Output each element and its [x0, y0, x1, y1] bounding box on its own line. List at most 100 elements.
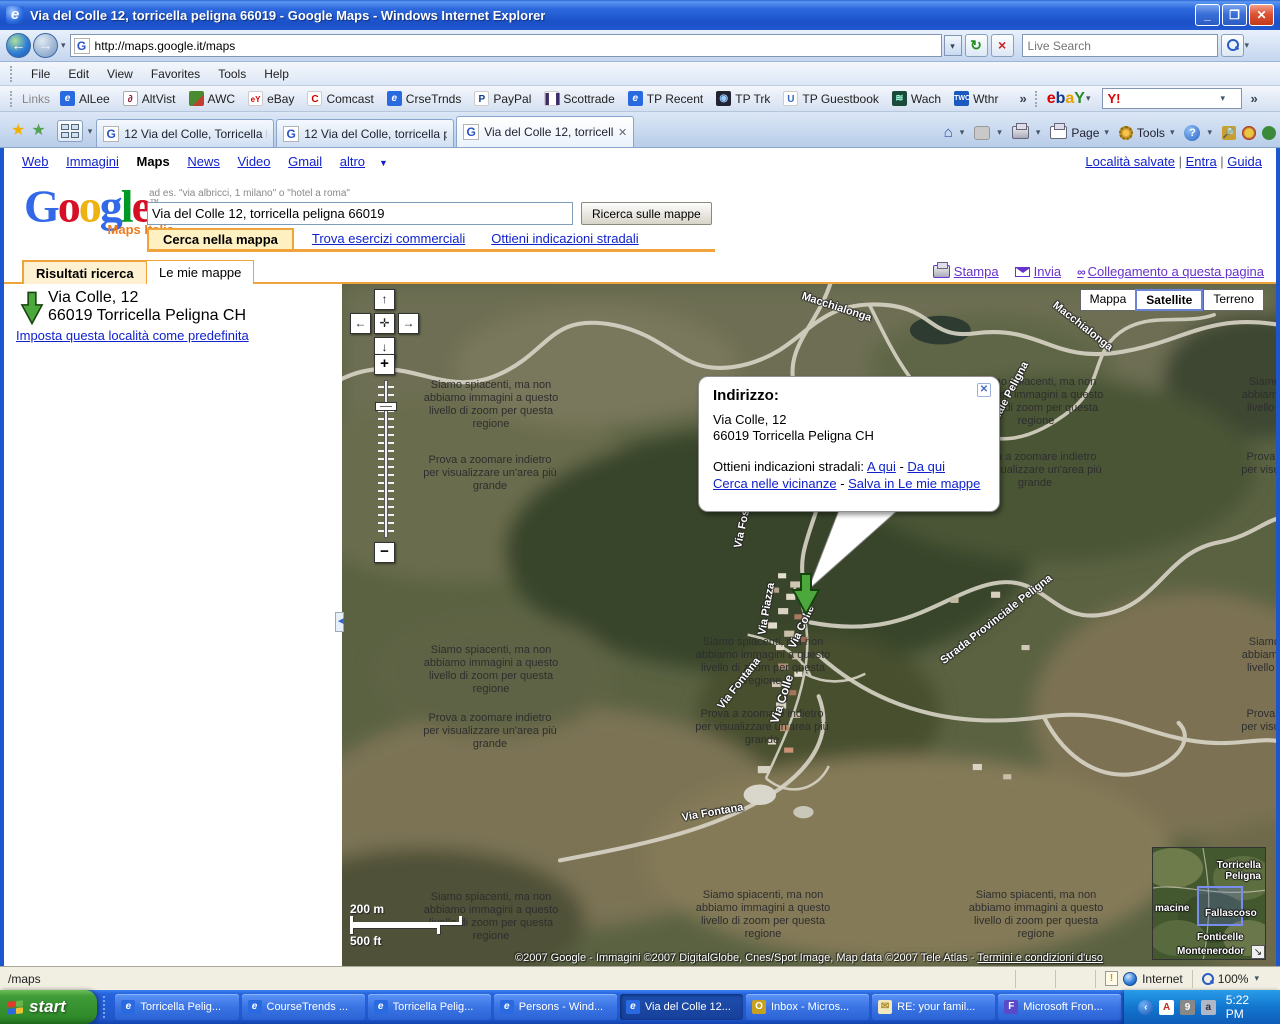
- link-comcast[interactable]: CComcast: [307, 91, 373, 106]
- tab-cerca-nella-mappa[interactable]: Cerca nella mappa: [147, 228, 294, 249]
- tab-close-icon[interactable]: ✕: [618, 126, 627, 139]
- tab-list-dropdown-icon[interactable]: ▾: [88, 126, 93, 137]
- zoom-pane[interactable]: 100% ▾: [1192, 970, 1272, 988]
- tab-trova-esercizi[interactable]: Trova esercizi commerciali: [312, 231, 465, 249]
- link-crsetrnds[interactable]: eCrseTrnds: [387, 91, 462, 106]
- link-wach[interactable]: ≋Wach: [892, 91, 941, 106]
- link-ebay[interactable]: eYeBay: [248, 91, 294, 106]
- link-allee[interactable]: eAlLee: [60, 91, 110, 106]
- tray-icon-a[interactable]: A: [1159, 1000, 1174, 1015]
- print-icon[interactable]: [1012, 126, 1029, 139]
- from-here-link[interactable]: Da qui: [907, 459, 945, 474]
- zoom-in-button[interactable]: +: [374, 354, 395, 375]
- toolbar-overflow-chevron[interactable]: »: [1250, 91, 1257, 106]
- menu-view[interactable]: View: [98, 64, 142, 84]
- browser-tab-3-active[interactable]: G Via del Colle 12, torricella ... ✕: [456, 116, 634, 147]
- pan-up-button[interactable]: ↑: [374, 289, 395, 310]
- maps-search-input[interactable]: [147, 202, 573, 225]
- help-dropdown-icon[interactable]: ▾: [1207, 127, 1212, 138]
- tab-le-mie-mappe[interactable]: Le mie mappe: [146, 260, 254, 284]
- link-wthr[interactable]: TWCWthr: [954, 91, 998, 106]
- sidebar-collapse-arrow[interactable]: ◄: [335, 612, 344, 632]
- zoom-dropdown-icon[interactable]: ▾: [1254, 973, 1259, 984]
- taskbar-window-5-active[interactable]: eVia del Colle 12...: [620, 994, 743, 1020]
- map-type-satellite[interactable]: Satellite: [1135, 289, 1203, 311]
- terms-link[interactable]: Termini e condizioni d'uso: [977, 952, 1103, 964]
- search-nearby-link[interactable]: Cerca nelle vicinanze: [713, 476, 837, 491]
- link-scottrade[interactable]: ▌▐Scottrade: [544, 91, 614, 106]
- tray-icon-c[interactable]: a: [1201, 1000, 1216, 1015]
- link-awc[interactable]: AWC: [189, 91, 236, 106]
- ebay-toolbar-logo[interactable]: ebaY: [1047, 90, 1085, 108]
- nav-news[interactable]: News: [187, 154, 220, 169]
- taskbar-window-2[interactable]: eCourseTrends ...: [242, 994, 365, 1020]
- send-link[interactable]: Invia: [1015, 264, 1061, 279]
- saved-locations-link[interactable]: Località salvate: [1085, 154, 1175, 169]
- ebay-dropdown-icon[interactable]: ▾: [1086, 93, 1091, 104]
- set-default-location-link[interactable]: Imposta questa località come predefinita: [16, 328, 249, 343]
- taskbar-window-4[interactable]: ePersons - Wind...: [494, 994, 617, 1020]
- zoom-slider-handle[interactable]: [375, 402, 397, 411]
- map-marker[interactable]: [788, 572, 824, 616]
- quick-tabs-button[interactable]: [57, 120, 83, 142]
- altro-dropdown-icon[interactable]: ▼: [379, 158, 388, 168]
- zoom-out-button[interactable]: −: [374, 542, 395, 563]
- minimap-resize-icon[interactable]: ↘: [1251, 945, 1265, 959]
- help-link[interactable]: Guida: [1227, 154, 1262, 169]
- tab-risultati-ricerca[interactable]: Risultati ricerca: [22, 260, 148, 284]
- yahoo-dropdown-icon[interactable]: ▾: [1220, 93, 1225, 104]
- norton-icon[interactable]: [1242, 126, 1256, 140]
- nav-altro[interactable]: altro: [340, 154, 365, 169]
- live-search-input[interactable]: [1028, 39, 1212, 53]
- minimize-button[interactable]: _: [1195, 4, 1220, 26]
- taskbar-window-1[interactable]: eTorricella Pelig...: [115, 994, 238, 1020]
- nav-web[interactable]: Web: [22, 154, 49, 169]
- map-type-terreno[interactable]: Terreno: [1203, 289, 1264, 311]
- live-search-box[interactable]: [1022, 34, 1218, 57]
- link-tp-guestbook[interactable]: UTP Guestbook: [783, 91, 879, 106]
- favorites-star-icon[interactable]: ★: [11, 120, 25, 140]
- help-icon[interactable]: ?: [1184, 125, 1200, 141]
- refresh-button[interactable]: ↻: [965, 34, 988, 57]
- to-here-link[interactable]: A qui: [867, 459, 896, 474]
- url-input[interactable]: [95, 39, 938, 53]
- links-overflow-chevron[interactable]: »: [1019, 91, 1026, 106]
- taskbar-window-8[interactable]: FMicrosoft Fron...: [998, 994, 1121, 1020]
- save-to-maps-link[interactable]: Salva in Le mie mappe: [848, 476, 980, 491]
- browser-tab-1[interactable]: G 12 Via del Colle, Torricella Pel...: [96, 119, 274, 147]
- bubble-close-icon[interactable]: ✕: [977, 383, 991, 397]
- stop-button[interactable]: ×: [991, 34, 1014, 57]
- tray-icon-b[interactable]: 9: [1180, 1000, 1195, 1015]
- home-icon[interactable]: ⌂: [944, 124, 953, 141]
- menu-file[interactable]: File: [22, 64, 59, 84]
- print-link[interactable]: Stampa: [933, 264, 999, 279]
- feeds-icon[interactable]: [974, 126, 990, 140]
- tray-collapse-icon[interactable]: ‹: [1138, 1000, 1153, 1015]
- url-dropdown-button[interactable]: ▾: [944, 35, 962, 56]
- link-tp-trk[interactable]: ◉TP Trk: [716, 91, 770, 106]
- menu-help[interactable]: Help: [255, 64, 298, 84]
- tab-indicazioni-stradali[interactable]: Ottieni indicazioni stradali: [491, 231, 638, 249]
- search-go-button[interactable]: [1221, 34, 1244, 57]
- page-alert-icon[interactable]: !: [1105, 971, 1118, 986]
- maximize-button[interactable]: ❐: [1222, 4, 1247, 26]
- nav-video[interactable]: Video: [238, 154, 271, 169]
- close-button[interactable]: ✕: [1249, 4, 1274, 26]
- taskbar-window-6[interactable]: OInbox - Micros...: [746, 994, 869, 1020]
- browser-tab-2[interactable]: G 12 Via del Colle, torricella peli...: [276, 119, 454, 147]
- map-canvas[interactable]: Siamo spiacenti, ma non abbiamo immagini…: [342, 284, 1276, 966]
- map-type-mappa[interactable]: Mappa: [1080, 289, 1136, 311]
- nav-immagini[interactable]: Immagini: [66, 154, 119, 169]
- minimap-viewport[interactable]: [1197, 886, 1243, 926]
- menu-favorites[interactable]: Favorites: [142, 64, 209, 84]
- forward-button[interactable]: →: [33, 33, 58, 58]
- nav-gmail[interactable]: Gmail: [288, 154, 322, 169]
- url-field[interactable]: G: [70, 34, 942, 57]
- pan-center-button[interactable]: ✛: [374, 313, 395, 334]
- research-icon[interactable]: 🔎: [1222, 126, 1236, 140]
- page-menu-button[interactable]: Page▾: [1050, 126, 1113, 140]
- taskbar-window-7[interactable]: ✉RE: your famil...: [872, 994, 995, 1020]
- messenger-icon[interactable]: [1262, 126, 1276, 140]
- link-altvist[interactable]: ∂AltVist: [123, 91, 176, 106]
- add-favorite-icon[interactable]: ★: [31, 120, 45, 140]
